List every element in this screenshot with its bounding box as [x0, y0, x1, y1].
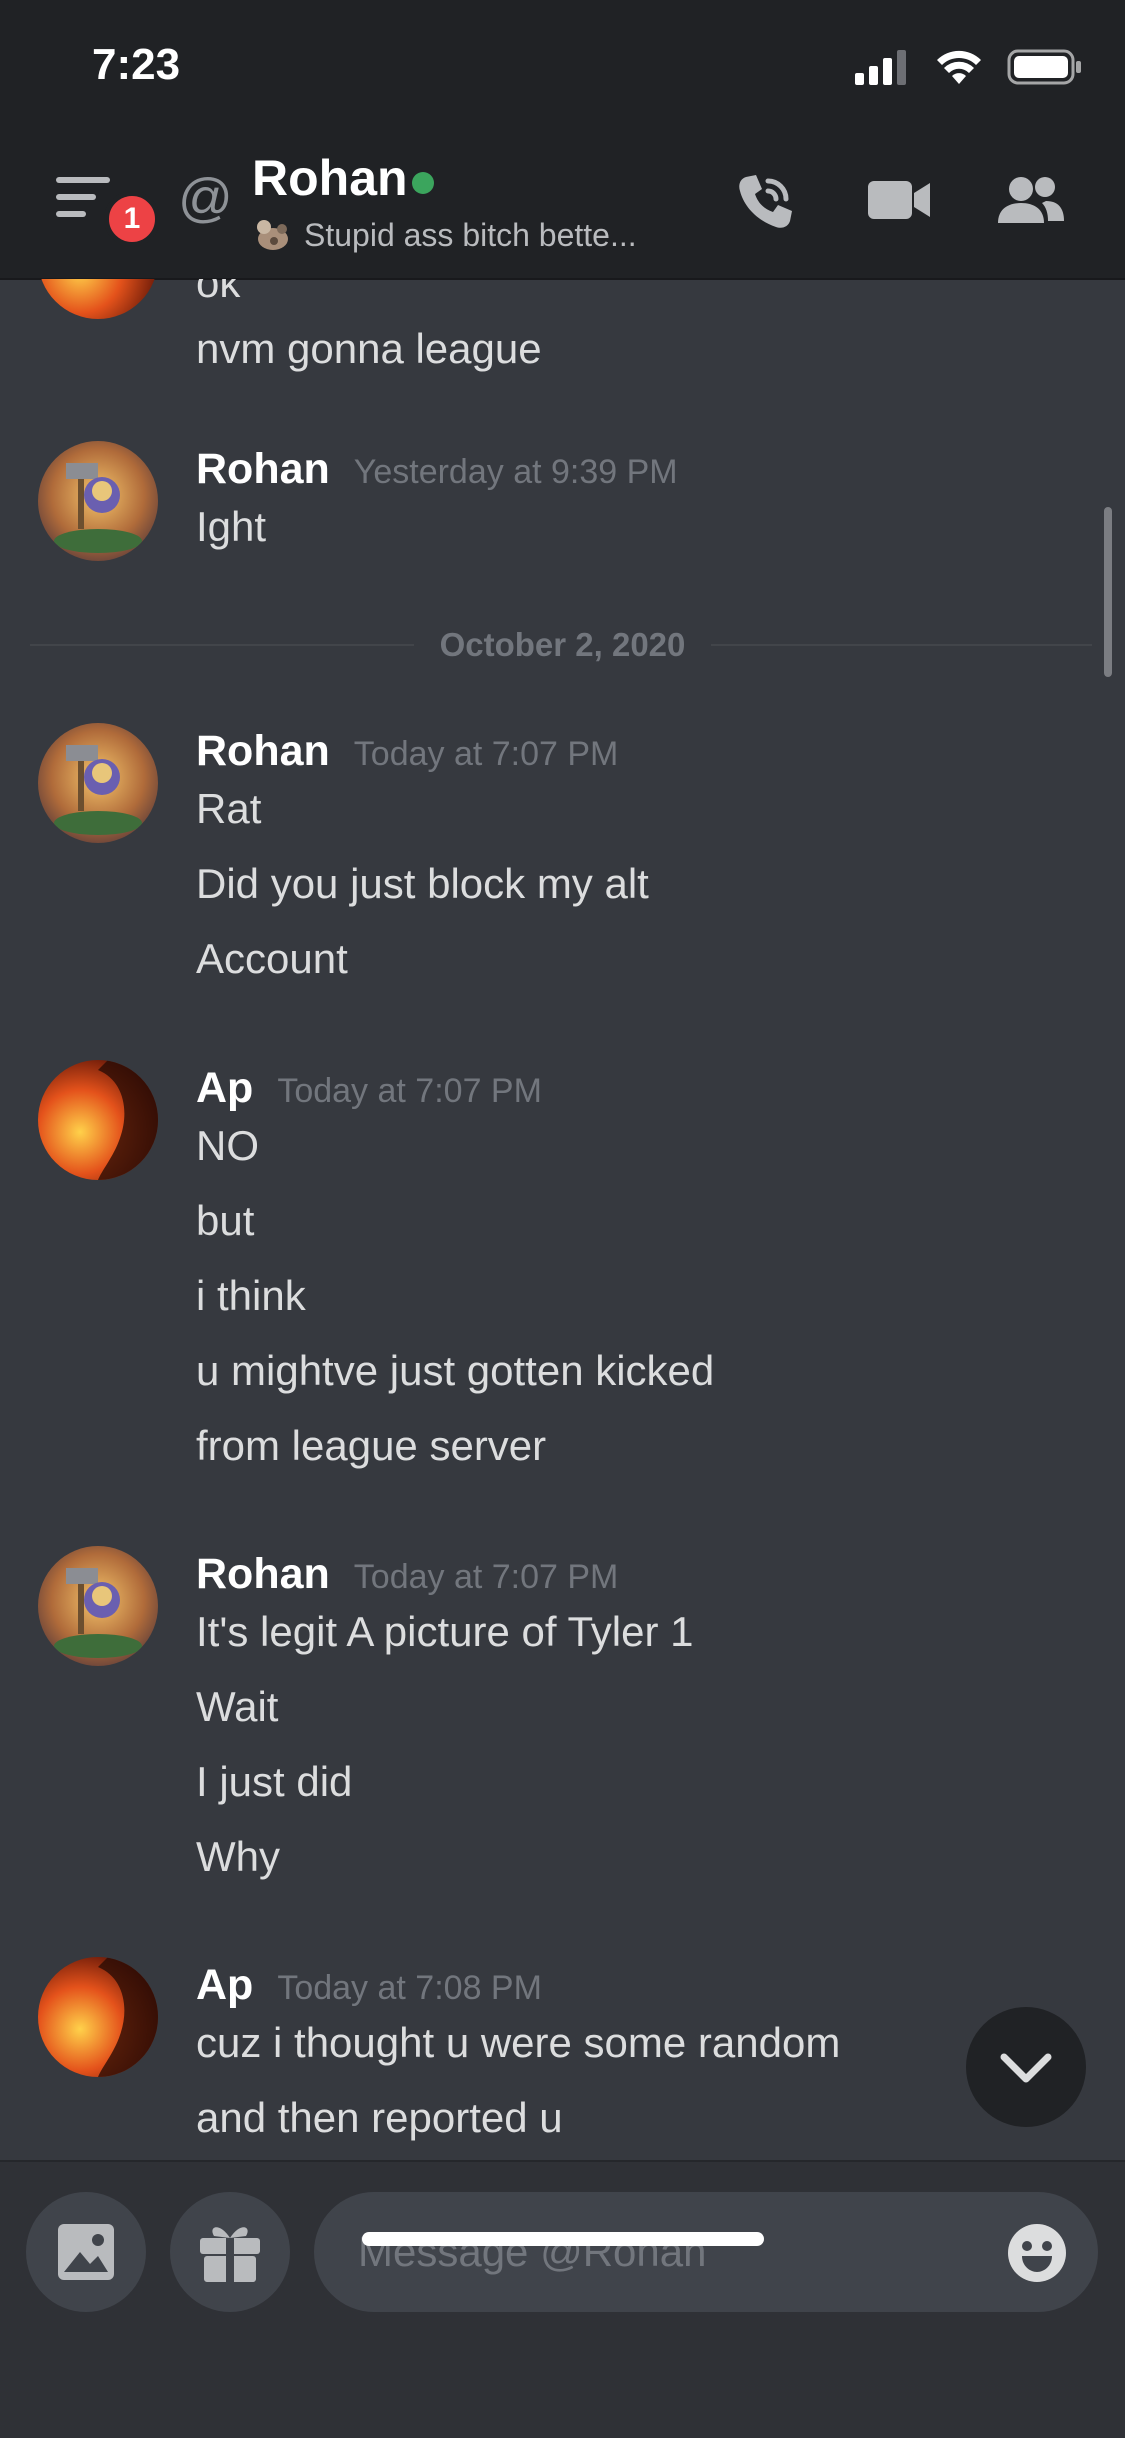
author-name[interactable]: Rohan: [196, 727, 330, 775]
status-time: 7:23: [92, 40, 181, 89]
message-list[interactable]: ok nvm gonna league Rohan Yesterday at 9:…: [0, 279, 1125, 2159]
message-line: I just did: [196, 1758, 353, 1805]
home-indicator: [362, 2232, 764, 2246]
message-line: It's legit A picture of Tyler 1: [196, 1608, 694, 1655]
avatar-ap[interactable]: [38, 1060, 158, 1180]
avatar-rohan[interactable]: [38, 723, 158, 843]
status-bar: 7:23: [0, 0, 1125, 135]
avatar-ap[interactable]: [38, 279, 158, 319]
message-composer: Message @Rohan: [0, 2160, 1125, 2438]
message-timestamp: Yesterday at 9:39 PM: [353, 453, 678, 491]
image-icon: [58, 2224, 114, 2280]
emoji-icon[interactable]: [1006, 2222, 1068, 2284]
video-call-button[interactable]: [868, 177, 932, 228]
custom-status-text: Stupid ass bitch bette...: [304, 216, 637, 253]
unread-badge: 1: [104, 191, 160, 247]
author-name[interactable]: Rohan: [196, 445, 330, 493]
message-line: but: [196, 1197, 255, 1244]
attach-image-button[interactable]: [26, 2192, 146, 2312]
message-line: Why: [196, 1833, 280, 1880]
message-line: Rat: [196, 785, 262, 832]
message-timestamp: Today at 7:07 PM: [277, 1072, 542, 1110]
custom-status: Stupid ass bitch bette...: [252, 215, 637, 255]
message-timestamp: Today at 7:07 PM: [353, 1558, 619, 1596]
message-line: nvm gonna league: [196, 325, 542, 372]
call-button[interactable]: [734, 171, 796, 238]
date-divider: October 2, 2020: [0, 626, 1125, 664]
avatar-rohan[interactable]: [38, 441, 158, 561]
signal-icon: [855, 50, 906, 85]
message-line: i think: [196, 1272, 306, 1319]
avatar-rohan[interactable]: [38, 1546, 158, 1666]
scrollbar[interactable]: [1104, 507, 1112, 677]
message-author[interactable]: Rohan Today at 7:07 PM: [196, 1550, 618, 1599]
message-line: Did you just block my alt: [196, 860, 649, 907]
message-timestamp: Today at 7:08 PM: [277, 1969, 542, 2007]
message-line: ok: [196, 279, 241, 306]
video-icon: [868, 181, 930, 219]
message-author[interactable]: Ap Today at 7:08 PM: [196, 1961, 542, 2010]
wifi-icon: [937, 50, 981, 84]
members-button[interactable]: [996, 175, 1066, 232]
message-input[interactable]: Message @Rohan: [314, 2192, 1098, 2312]
gift-icon: [200, 2227, 260, 2282]
author-name[interactable]: Ap: [196, 1961, 253, 2009]
message-line: u mightve just gotten kicked: [196, 1347, 715, 1394]
battery-icon: [1007, 49, 1081, 85]
message-line: NO: [196, 1122, 259, 1169]
message-line: Wait: [196, 1683, 279, 1730]
status-icons: [855, 48, 1083, 86]
call-icon: [739, 175, 792, 228]
channel-title[interactable]: Rohan: [252, 149, 408, 207]
message-author[interactable]: Rohan Today at 7:07 PM: [196, 727, 618, 776]
chat-header: 1 @ Rohan Stupid ass bitch bette...: [0, 135, 1125, 280]
message-timestamp: Today at 7:07 PM: [353, 735, 619, 773]
message-author[interactable]: Rohan Yesterday at 9:39 PM: [196, 445, 678, 494]
date-divider-label: October 2, 2020: [413, 626, 712, 663]
message-author[interactable]: Ap Today at 7:07 PM: [196, 1064, 542, 1113]
message-line: Ight: [196, 503, 267, 550]
chevron-down-icon: [1000, 2053, 1052, 2083]
jump-to-latest-button[interactable]: [966, 2007, 1086, 2127]
message-line: from league server: [196, 1422, 547, 1469]
avatar-ap[interactable]: [38, 1957, 158, 2077]
message-line: cuz i thought u were some random: [196, 2019, 841, 2066]
author-name[interactable]: Rohan: [196, 1550, 330, 1598]
gift-button[interactable]: [170, 2192, 290, 2312]
online-status-dot: [412, 172, 434, 194]
author-name[interactable]: Ap: [196, 1064, 253, 1112]
at-icon: @: [178, 168, 233, 228]
message-line: and then reported u: [196, 2094, 563, 2141]
message-line: Account: [196, 935, 348, 982]
status-emoji-icon: [257, 220, 288, 250]
members-icon: [998, 177, 1064, 223]
